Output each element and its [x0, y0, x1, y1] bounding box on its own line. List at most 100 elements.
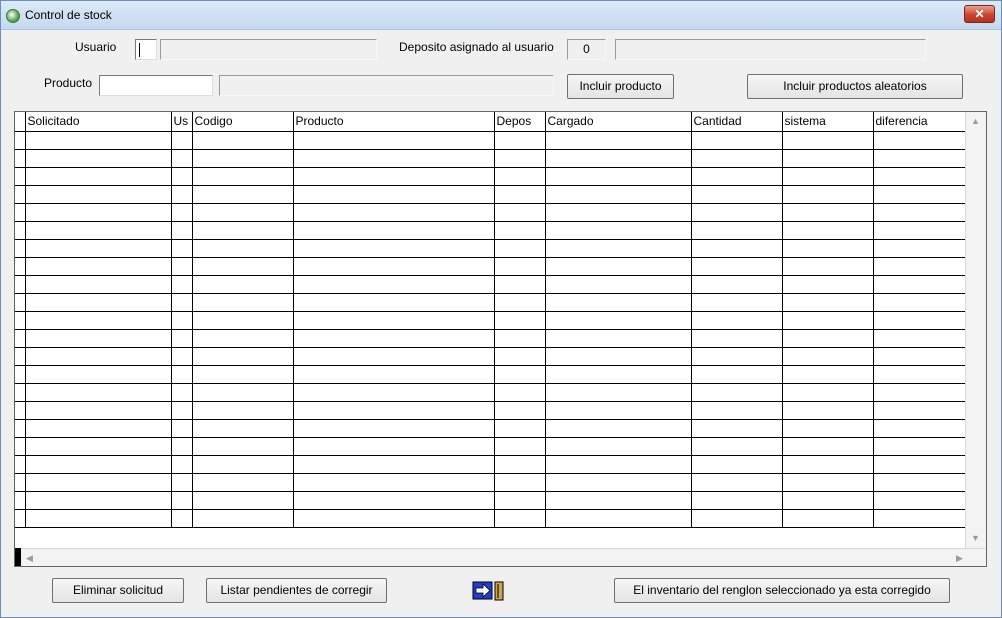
column-header[interactable]: Cantidad	[691, 112, 783, 132]
table-cell[interactable]	[691, 221, 783, 240]
table-cell[interactable]	[25, 401, 172, 420]
table-row[interactable]	[15, 365, 966, 384]
table-cell[interactable]	[545, 167, 692, 186]
table-cell[interactable]	[293, 437, 495, 456]
stock-grid[interactable]: Solicitado Us Codigo Producto Depos Cargado Ca…	[14, 111, 987, 567]
table-cell[interactable]	[192, 383, 294, 402]
table-cell[interactable]	[545, 419, 692, 438]
table-cell[interactable]	[873, 401, 966, 420]
table-cell[interactable]	[691, 203, 783, 222]
table-cell[interactable]	[171, 275, 193, 294]
table-cell[interactable]	[25, 437, 172, 456]
table-row[interactable]	[15, 239, 966, 258]
table-cell[interactable]	[545, 329, 692, 348]
table-cell[interactable]	[192, 311, 294, 330]
scroll-right-icon[interactable]: ▶	[951, 550, 968, 566]
column-header[interactable]: Depos	[494, 112, 546, 132]
table-cell[interactable]	[545, 437, 692, 456]
table-cell[interactable]	[545, 257, 692, 276]
table-cell[interactable]	[25, 329, 172, 348]
column-header[interactable]: Producto	[293, 112, 495, 132]
table-cell[interactable]	[782, 347, 874, 366]
table-cell[interactable]	[192, 473, 294, 492]
table-cell[interactable]	[494, 419, 546, 438]
row-selector[interactable]	[15, 383, 26, 402]
table-cell[interactable]	[171, 203, 193, 222]
table-cell[interactable]	[293, 383, 495, 402]
table-cell[interactable]	[691, 473, 783, 492]
table-cell[interactable]	[171, 149, 193, 168]
table-row[interactable]	[15, 131, 966, 150]
table-cell[interactable]	[192, 257, 294, 276]
usuario-code-input[interactable]	[135, 39, 157, 60]
row-selector[interactable]	[15, 203, 26, 222]
table-cell[interactable]	[25, 365, 172, 384]
table-cell[interactable]	[171, 491, 193, 510]
close-button[interactable]: ✕	[964, 5, 995, 23]
table-cell[interactable]	[494, 401, 546, 420]
table-cell[interactable]	[293, 419, 495, 438]
table-cell[interactable]	[545, 365, 692, 384]
table-cell[interactable]	[494, 455, 546, 474]
table-cell[interactable]	[782, 329, 874, 348]
eliminar-solicitud-button[interactable]: Eliminar solicitud	[52, 578, 184, 603]
table-cell[interactable]	[691, 131, 783, 150]
table-cell[interactable]	[192, 491, 294, 510]
row-selector[interactable]	[15, 257, 26, 276]
incluir-productos-aleatorios-button[interactable]: Incluir productos aleatorios	[747, 74, 963, 99]
table-cell[interactable]	[494, 311, 546, 330]
table-cell[interactable]	[782, 419, 874, 438]
table-cell[interactable]	[545, 455, 692, 474]
table-cell[interactable]	[782, 455, 874, 474]
table-cell[interactable]	[171, 347, 193, 366]
table-row[interactable]	[15, 401, 966, 420]
table-cell[interactable]	[545, 149, 692, 168]
table-cell[interactable]	[25, 473, 172, 492]
table-cell[interactable]	[293, 365, 495, 384]
column-header[interactable]: Cargado	[545, 112, 692, 132]
table-cell[interactable]	[545, 311, 692, 330]
table-cell[interactable]	[873, 257, 966, 276]
table-cell[interactable]	[171, 311, 193, 330]
table-row[interactable]	[15, 149, 966, 168]
table-cell[interactable]	[192, 509, 294, 528]
table-cell[interactable]	[171, 365, 193, 384]
table-cell[interactable]	[873, 185, 966, 204]
table-cell[interactable]	[494, 257, 546, 276]
table-cell[interactable]	[691, 491, 783, 510]
row-selector[interactable]	[15, 239, 26, 258]
table-cell[interactable]	[691, 185, 783, 204]
table-row[interactable]	[15, 221, 966, 240]
vertical-scrollbar[interactable]: ▲ ▼	[965, 112, 986, 548]
table-cell[interactable]	[171, 257, 193, 276]
incluir-producto-button[interactable]: Incluir producto	[567, 74, 674, 99]
table-cell[interactable]	[545, 203, 692, 222]
table-row[interactable]	[15, 437, 966, 456]
table-cell[interactable]	[782, 167, 874, 186]
table-cell[interactable]	[293, 221, 495, 240]
table-cell[interactable]	[293, 347, 495, 366]
table-cell[interactable]	[545, 473, 692, 492]
table-cell[interactable]	[873, 221, 966, 240]
table-cell[interactable]	[171, 401, 193, 420]
marcar-corregido-button[interactable]: El inventario del renglon seleccionado y…	[614, 578, 950, 603]
table-cell[interactable]	[171, 509, 193, 528]
table-cell[interactable]	[782, 509, 874, 528]
table-cell[interactable]	[782, 437, 874, 456]
column-header[interactable]: sistema	[782, 112, 874, 132]
table-cell[interactable]	[293, 455, 495, 474]
exit-arrow-icon[interactable]	[472, 580, 506, 602]
table-cell[interactable]	[293, 203, 495, 222]
table-cell[interactable]	[293, 491, 495, 510]
table-cell[interactable]	[873, 329, 966, 348]
table-cell[interactable]	[293, 473, 495, 492]
table-cell[interactable]	[192, 239, 294, 258]
table-cell[interactable]	[691, 437, 783, 456]
table-cell[interactable]	[691, 311, 783, 330]
table-row[interactable]	[15, 491, 966, 510]
table-cell[interactable]	[192, 329, 294, 348]
table-cell[interactable]	[25, 293, 172, 312]
table-cell[interactable]	[171, 131, 193, 150]
table-cell[interactable]	[873, 383, 966, 402]
table-cell[interactable]	[873, 203, 966, 222]
